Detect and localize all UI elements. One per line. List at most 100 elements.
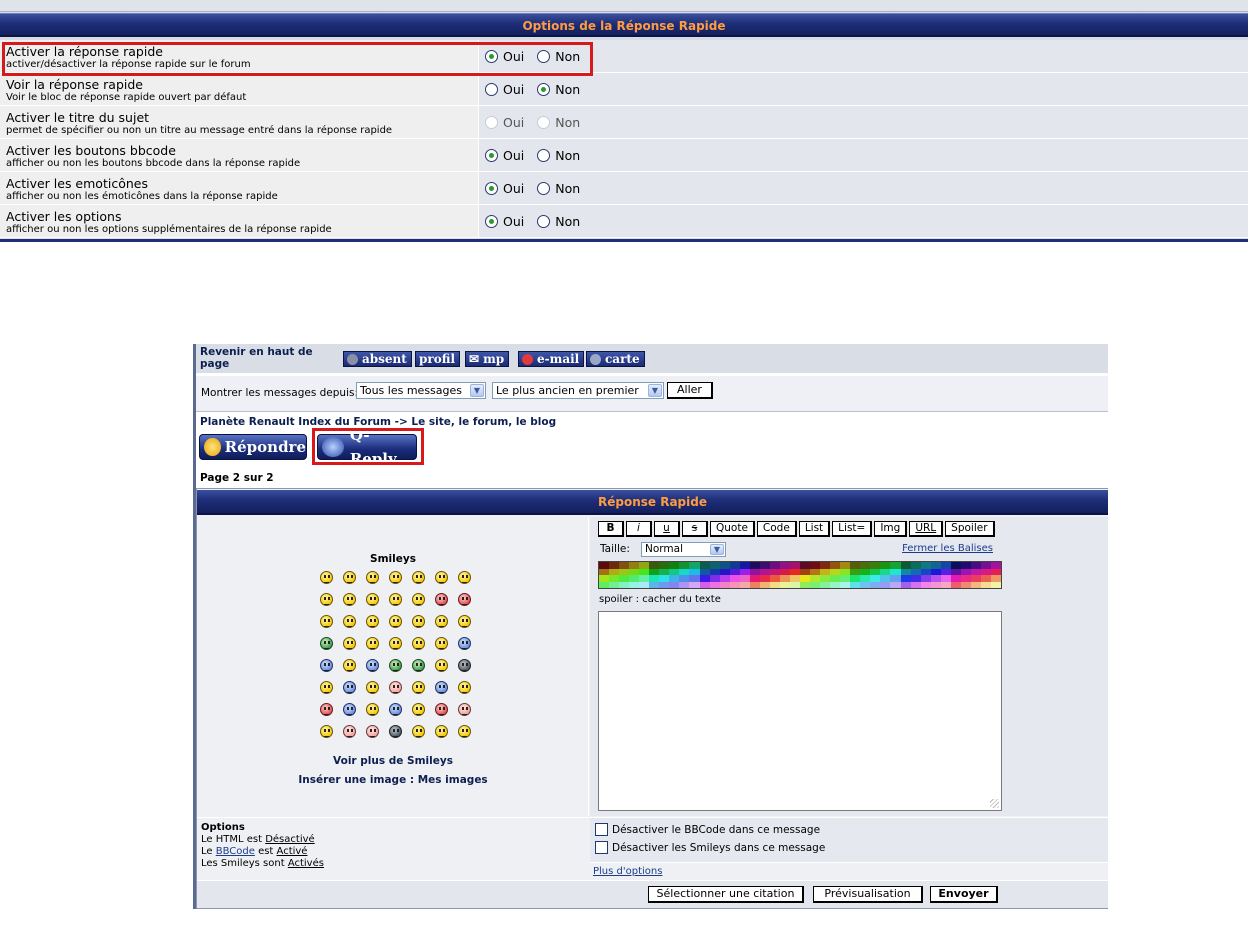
smiley-icon[interactable] bbox=[320, 615, 333, 628]
smiley-icon[interactable] bbox=[320, 659, 333, 672]
smiley-icon[interactable] bbox=[343, 593, 356, 606]
smiley-icon[interactable] bbox=[366, 725, 379, 738]
smiley-icon[interactable] bbox=[366, 637, 379, 650]
message-textarea[interactable] bbox=[598, 611, 1002, 811]
color-swatch[interactable] bbox=[930, 581, 941, 588]
smiley-icon[interactable] bbox=[412, 681, 425, 694]
color-swatch[interactable] bbox=[599, 581, 610, 588]
bbcode-button[interactable]: List bbox=[798, 521, 831, 537]
insert-image-link[interactable]: Insérer une image : Mes images bbox=[197, 774, 589, 786]
disable-smileys-label[interactable]: Désactiver les Smileys dans ce message bbox=[612, 842, 825, 854]
color-swatch[interactable] bbox=[789, 581, 800, 588]
absent-button[interactable]: absent bbox=[343, 351, 412, 367]
smiley-icon[interactable] bbox=[412, 571, 425, 584]
color-swatch[interactable] bbox=[629, 581, 640, 588]
disable-bbcode-checkbox[interactable] bbox=[595, 823, 608, 836]
smiley-icon[interactable] bbox=[366, 703, 379, 716]
bbcode-button[interactable]: u bbox=[654, 521, 680, 537]
smiley-icon[interactable] bbox=[389, 725, 402, 738]
bbcode-button[interactable]: Spoiler bbox=[945, 521, 995, 537]
color-swatch[interactable] bbox=[990, 581, 1001, 588]
bbcode-button[interactable]: s bbox=[682, 521, 708, 537]
radio-non-label[interactable]: Non bbox=[555, 49, 580, 64]
smiley-icon[interactable] bbox=[366, 615, 379, 628]
color-swatch[interactable] bbox=[699, 581, 710, 588]
smiley-icon[interactable] bbox=[320, 681, 333, 694]
color-swatch[interactable] bbox=[820, 581, 831, 588]
radio-oui-label[interactable]: Oui bbox=[503, 214, 524, 229]
smiley-icon[interactable] bbox=[389, 659, 402, 672]
color-swatch[interactable] bbox=[880, 581, 891, 588]
smiley-icon[interactable] bbox=[412, 615, 425, 628]
smiley-icon[interactable] bbox=[389, 571, 402, 584]
bbcode-button[interactable]: i bbox=[626, 521, 652, 537]
smiley-icon[interactable] bbox=[320, 703, 333, 716]
radio-oui-label[interactable]: Oui bbox=[503, 82, 524, 97]
bbcode-button[interactable]: List= bbox=[832, 521, 873, 537]
color-swatch[interactable] bbox=[779, 581, 790, 588]
color-swatch[interactable] bbox=[950, 581, 961, 588]
smiley-icon[interactable] bbox=[366, 681, 379, 694]
color-swatch[interactable] bbox=[729, 581, 740, 588]
smiley-icon[interactable] bbox=[458, 703, 471, 716]
color-swatch[interactable] bbox=[689, 581, 700, 588]
radio-non-label[interactable]: Non bbox=[555, 214, 580, 229]
disable-bbcode-label[interactable]: Désactiver le BBCode dans ce message bbox=[612, 824, 820, 836]
back-to-top-link[interactable]: Revenir en haut de page bbox=[200, 346, 330, 370]
smiley-icon[interactable] bbox=[435, 659, 448, 672]
smiley-icon[interactable] bbox=[435, 637, 448, 650]
smiley-icon[interactable] bbox=[435, 703, 448, 716]
qreply-button[interactable]: Q-Reply bbox=[317, 426, 417, 468]
smiley-icon[interactable] bbox=[458, 593, 471, 606]
radio-non-label[interactable]: Non bbox=[555, 148, 580, 163]
radio-oui[interactable] bbox=[485, 149, 498, 162]
radio-oui[interactable] bbox=[485, 50, 498, 63]
color-swatch[interactable] bbox=[800, 581, 811, 588]
radio-oui[interactable] bbox=[485, 215, 498, 228]
smiley-icon[interactable] bbox=[343, 571, 356, 584]
smiley-icon[interactable] bbox=[412, 637, 425, 650]
radio-non[interactable] bbox=[537, 50, 551, 63]
pm-button[interactable]: ✉ mp bbox=[465, 351, 510, 367]
color-swatch[interactable] bbox=[669, 581, 680, 588]
more-smileys-link[interactable]: Voir plus de Smileys bbox=[197, 755, 589, 767]
preview-button[interactable]: Prévisualisation bbox=[813, 886, 923, 903]
bbcode-button[interactable]: B bbox=[598, 521, 624, 537]
color-swatch[interactable] bbox=[649, 581, 660, 588]
smiley-icon[interactable] bbox=[412, 703, 425, 716]
color-swatch[interactable] bbox=[860, 581, 871, 588]
select-quote-button[interactable]: Sélectionner une citation bbox=[648, 886, 804, 903]
smiley-icon[interactable] bbox=[412, 725, 425, 738]
bbcode-button[interactable]: Quote bbox=[710, 521, 755, 537]
smiley-icon[interactable] bbox=[320, 571, 333, 584]
smiley-icon[interactable] bbox=[458, 725, 471, 738]
smiley-icon[interactable] bbox=[320, 725, 333, 738]
color-swatch[interactable] bbox=[759, 581, 770, 588]
order-select[interactable]: Le plus ancien en premier ▼ bbox=[492, 382, 664, 399]
color-swatch[interactable] bbox=[890, 581, 901, 588]
send-button[interactable]: Envoyer bbox=[930, 886, 998, 903]
smiley-icon[interactable] bbox=[458, 615, 471, 628]
color-swatch[interactable] bbox=[870, 581, 881, 588]
smiley-icon[interactable] bbox=[435, 681, 448, 694]
radio-non[interactable] bbox=[537, 83, 551, 96]
color-swatch[interactable] bbox=[840, 581, 851, 588]
radio-oui-label[interactable]: Oui bbox=[503, 49, 524, 64]
bbcode-link[interactable]: BBCode bbox=[216, 846, 255, 857]
color-swatch[interactable] bbox=[920, 581, 931, 588]
more-options-link[interactable]: Plus d'options bbox=[590, 862, 1108, 880]
bbcode-button[interactable]: Img bbox=[874, 521, 908, 537]
smiley-icon[interactable] bbox=[412, 659, 425, 672]
smiley-icon[interactable] bbox=[320, 593, 333, 606]
resize-grip-icon[interactable] bbox=[990, 799, 999, 808]
smiley-icon[interactable] bbox=[389, 637, 402, 650]
radio-non[interactable] bbox=[537, 182, 551, 195]
color-swatch[interactable] bbox=[659, 581, 670, 588]
smiley-icon[interactable] bbox=[366, 593, 379, 606]
smiley-icon[interactable] bbox=[320, 637, 333, 650]
reply-button[interactable]: Répondre bbox=[199, 434, 307, 460]
color-swatch[interactable] bbox=[609, 581, 620, 588]
smiley-icon[interactable] bbox=[389, 703, 402, 716]
color-swatch[interactable] bbox=[830, 581, 841, 588]
color-swatch[interactable] bbox=[719, 581, 730, 588]
